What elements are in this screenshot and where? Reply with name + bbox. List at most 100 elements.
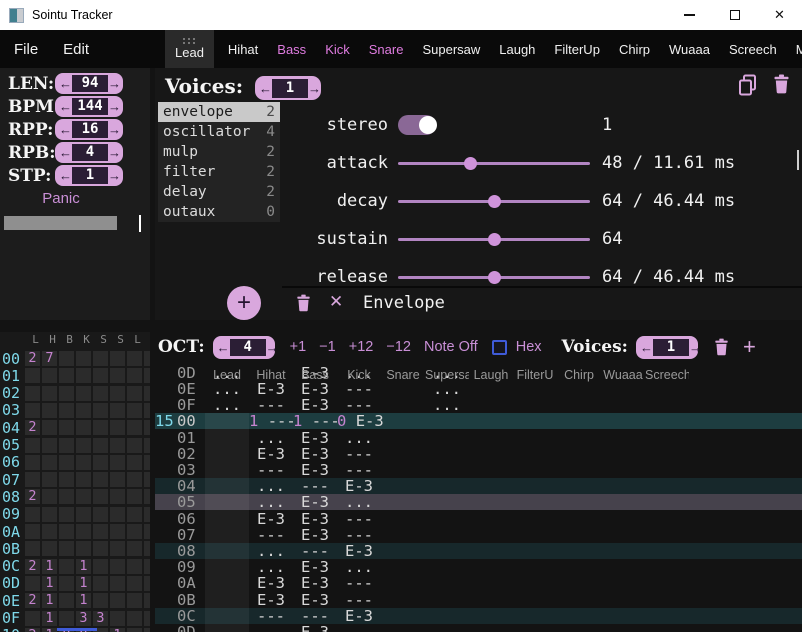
order-cell[interactable] — [127, 489, 142, 504]
rpb-stepper-value[interactable]: 4 — [72, 144, 108, 161]
order-cell[interactable]: 3 — [93, 611, 108, 626]
pattern-cell[interactable] — [557, 397, 601, 413]
order-cell[interactable] — [110, 472, 125, 487]
tab-supersaw[interactable]: Supersaw — [417, 30, 485, 68]
track-header-wuaaa[interactable]: Wuaaa — [601, 368, 645, 382]
order-cell[interactable] — [110, 576, 125, 591]
pattern-cell[interactable] — [381, 446, 425, 462]
hex-checkbox[interactable] — [492, 340, 507, 355]
pattern-cell[interactable] — [425, 430, 469, 446]
pattern-cell[interactable] — [381, 608, 425, 624]
pattern-cell[interactable]: --- — [249, 462, 293, 478]
order-cell[interactable]: 2 — [25, 351, 40, 366]
toolbar-button-−12[interactable]: −12 — [386, 339, 411, 355]
pattern-cell[interactable] — [249, 624, 293, 632]
order-cell[interactable] — [93, 455, 108, 470]
pattern-cell[interactable] — [425, 559, 469, 575]
pattern-cell[interactable] — [513, 397, 557, 413]
order-cell[interactable] — [110, 455, 125, 470]
pattern-cell[interactable]: E-3 — [337, 543, 381, 559]
pattern-cell[interactable]: E-3 — [293, 430, 337, 446]
pattern-cell[interactable]: E-3 — [293, 624, 337, 632]
toolbar-button-+12[interactable]: +12 — [349, 339, 374, 355]
pattern-cell[interactable] — [557, 527, 601, 543]
tab-wuaaa[interactable]: Wuaaa — [664, 30, 715, 68]
order-cell[interactable]: 1 — [42, 628, 57, 632]
order-cell[interactable] — [76, 420, 91, 435]
attack-slider-track[interactable] — [398, 162, 590, 165]
pattern-cell[interactable]: ... — [337, 559, 381, 575]
pattern-cell[interactable] — [645, 430, 689, 446]
pattern-cell[interactable] — [425, 511, 469, 527]
order-cell[interactable] — [110, 611, 125, 626]
track-header-chirp[interactable]: Chirp — [557, 368, 601, 382]
pattern-cell[interactable] — [469, 478, 513, 494]
order-cell[interactable] — [127, 593, 142, 608]
pattern-cell[interactable] — [469, 559, 513, 575]
order-cell[interactable] — [110, 403, 125, 418]
pattern-cell[interactable] — [469, 543, 513, 559]
order-cell[interactable] — [93, 403, 108, 418]
order-cell[interactable] — [59, 403, 74, 418]
stepper-right-arrow-icon[interactable]: → — [266, 341, 279, 354]
pattern-cell[interactable] — [381, 511, 425, 527]
pattern-cell[interactable]: 1 --- — [293, 413, 337, 429]
pattern-cell[interactable] — [645, 527, 689, 543]
pattern-cell[interactable] — [381, 624, 425, 632]
pattern-cell[interactable]: E-3 — [293, 511, 337, 527]
order-cell[interactable]: 1 — [42, 576, 57, 591]
pattern-cell[interactable] — [645, 478, 689, 494]
order-cell[interactable] — [127, 386, 142, 401]
pattern-cell[interactable]: 1 --- — [249, 413, 293, 429]
order-cell[interactable] — [59, 576, 74, 591]
order-cell[interactable] — [144, 576, 150, 591]
order-cell[interactable] — [93, 472, 108, 487]
pattern-cell[interactable] — [601, 494, 645, 510]
pattern-cell[interactable] — [513, 413, 557, 429]
pattern-cell[interactable] — [513, 462, 557, 478]
pattern-cell[interactable] — [381, 413, 425, 429]
close-button[interactable]: ✕ — [757, 0, 802, 30]
stepper-left-arrow-icon[interactable]: ← — [59, 146, 72, 159]
add-unit-button[interactable]: + — [227, 286, 261, 320]
pattern-cell[interactable]: E-3 — [293, 494, 337, 510]
pattern-cell[interactable]: --- — [337, 397, 381, 413]
order-cell[interactable] — [144, 559, 150, 574]
order-cell[interactable] — [93, 507, 108, 522]
pattern-cell[interactable] — [601, 397, 645, 413]
pattern-cell[interactable] — [557, 592, 601, 608]
order-cell[interactable]: 1 — [76, 593, 91, 608]
order-cell[interactable] — [76, 386, 91, 401]
track-voices-stepper-value[interactable]: 1 — [653, 339, 689, 356]
pattern-cell[interactable]: E-3 — [293, 559, 337, 575]
pattern-cell[interactable] — [513, 592, 557, 608]
order-cell[interactable] — [76, 472, 91, 487]
unit-row-filter[interactable]: filter2 — [158, 162, 280, 182]
pattern-cell[interactable] — [645, 446, 689, 462]
order-cell[interactable] — [110, 524, 125, 539]
unit-row-envelope[interactable]: envelope2 — [158, 102, 280, 122]
pattern-cell[interactable] — [601, 543, 645, 559]
order-cell[interactable]: 3 — [76, 611, 91, 626]
pattern-cell[interactable]: 0 E-3 — [337, 413, 381, 429]
pattern-cell[interactable] — [425, 478, 469, 494]
pattern-cell[interactable]: E-3 — [249, 575, 293, 591]
order-cell[interactable] — [93, 386, 108, 401]
order-cell[interactable] — [59, 611, 74, 626]
pattern-cell[interactable] — [425, 575, 469, 591]
stepper-left-arrow-icon[interactable]: ← — [59, 100, 72, 113]
pattern-cell[interactable] — [601, 624, 645, 632]
pattern-cell[interactable]: E-3 — [293, 527, 337, 543]
order-cell[interactable] — [76, 455, 91, 470]
add-track-button[interactable]: + — [743, 336, 756, 358]
pattern-cell[interactable] — [425, 592, 469, 608]
order-cell[interactable] — [25, 368, 40, 383]
stereo-toggle[interactable] — [398, 115, 436, 135]
pattern-cell[interactable]: --- — [337, 527, 381, 543]
pattern-cell[interactable] — [513, 511, 557, 527]
pattern-cell[interactable]: ... — [249, 478, 293, 494]
order-cell[interactable] — [93, 489, 108, 504]
pattern-cell[interactable]: E-3 — [293, 592, 337, 608]
pattern-cell[interactable] — [645, 624, 689, 632]
order-cell[interactable] — [59, 472, 74, 487]
